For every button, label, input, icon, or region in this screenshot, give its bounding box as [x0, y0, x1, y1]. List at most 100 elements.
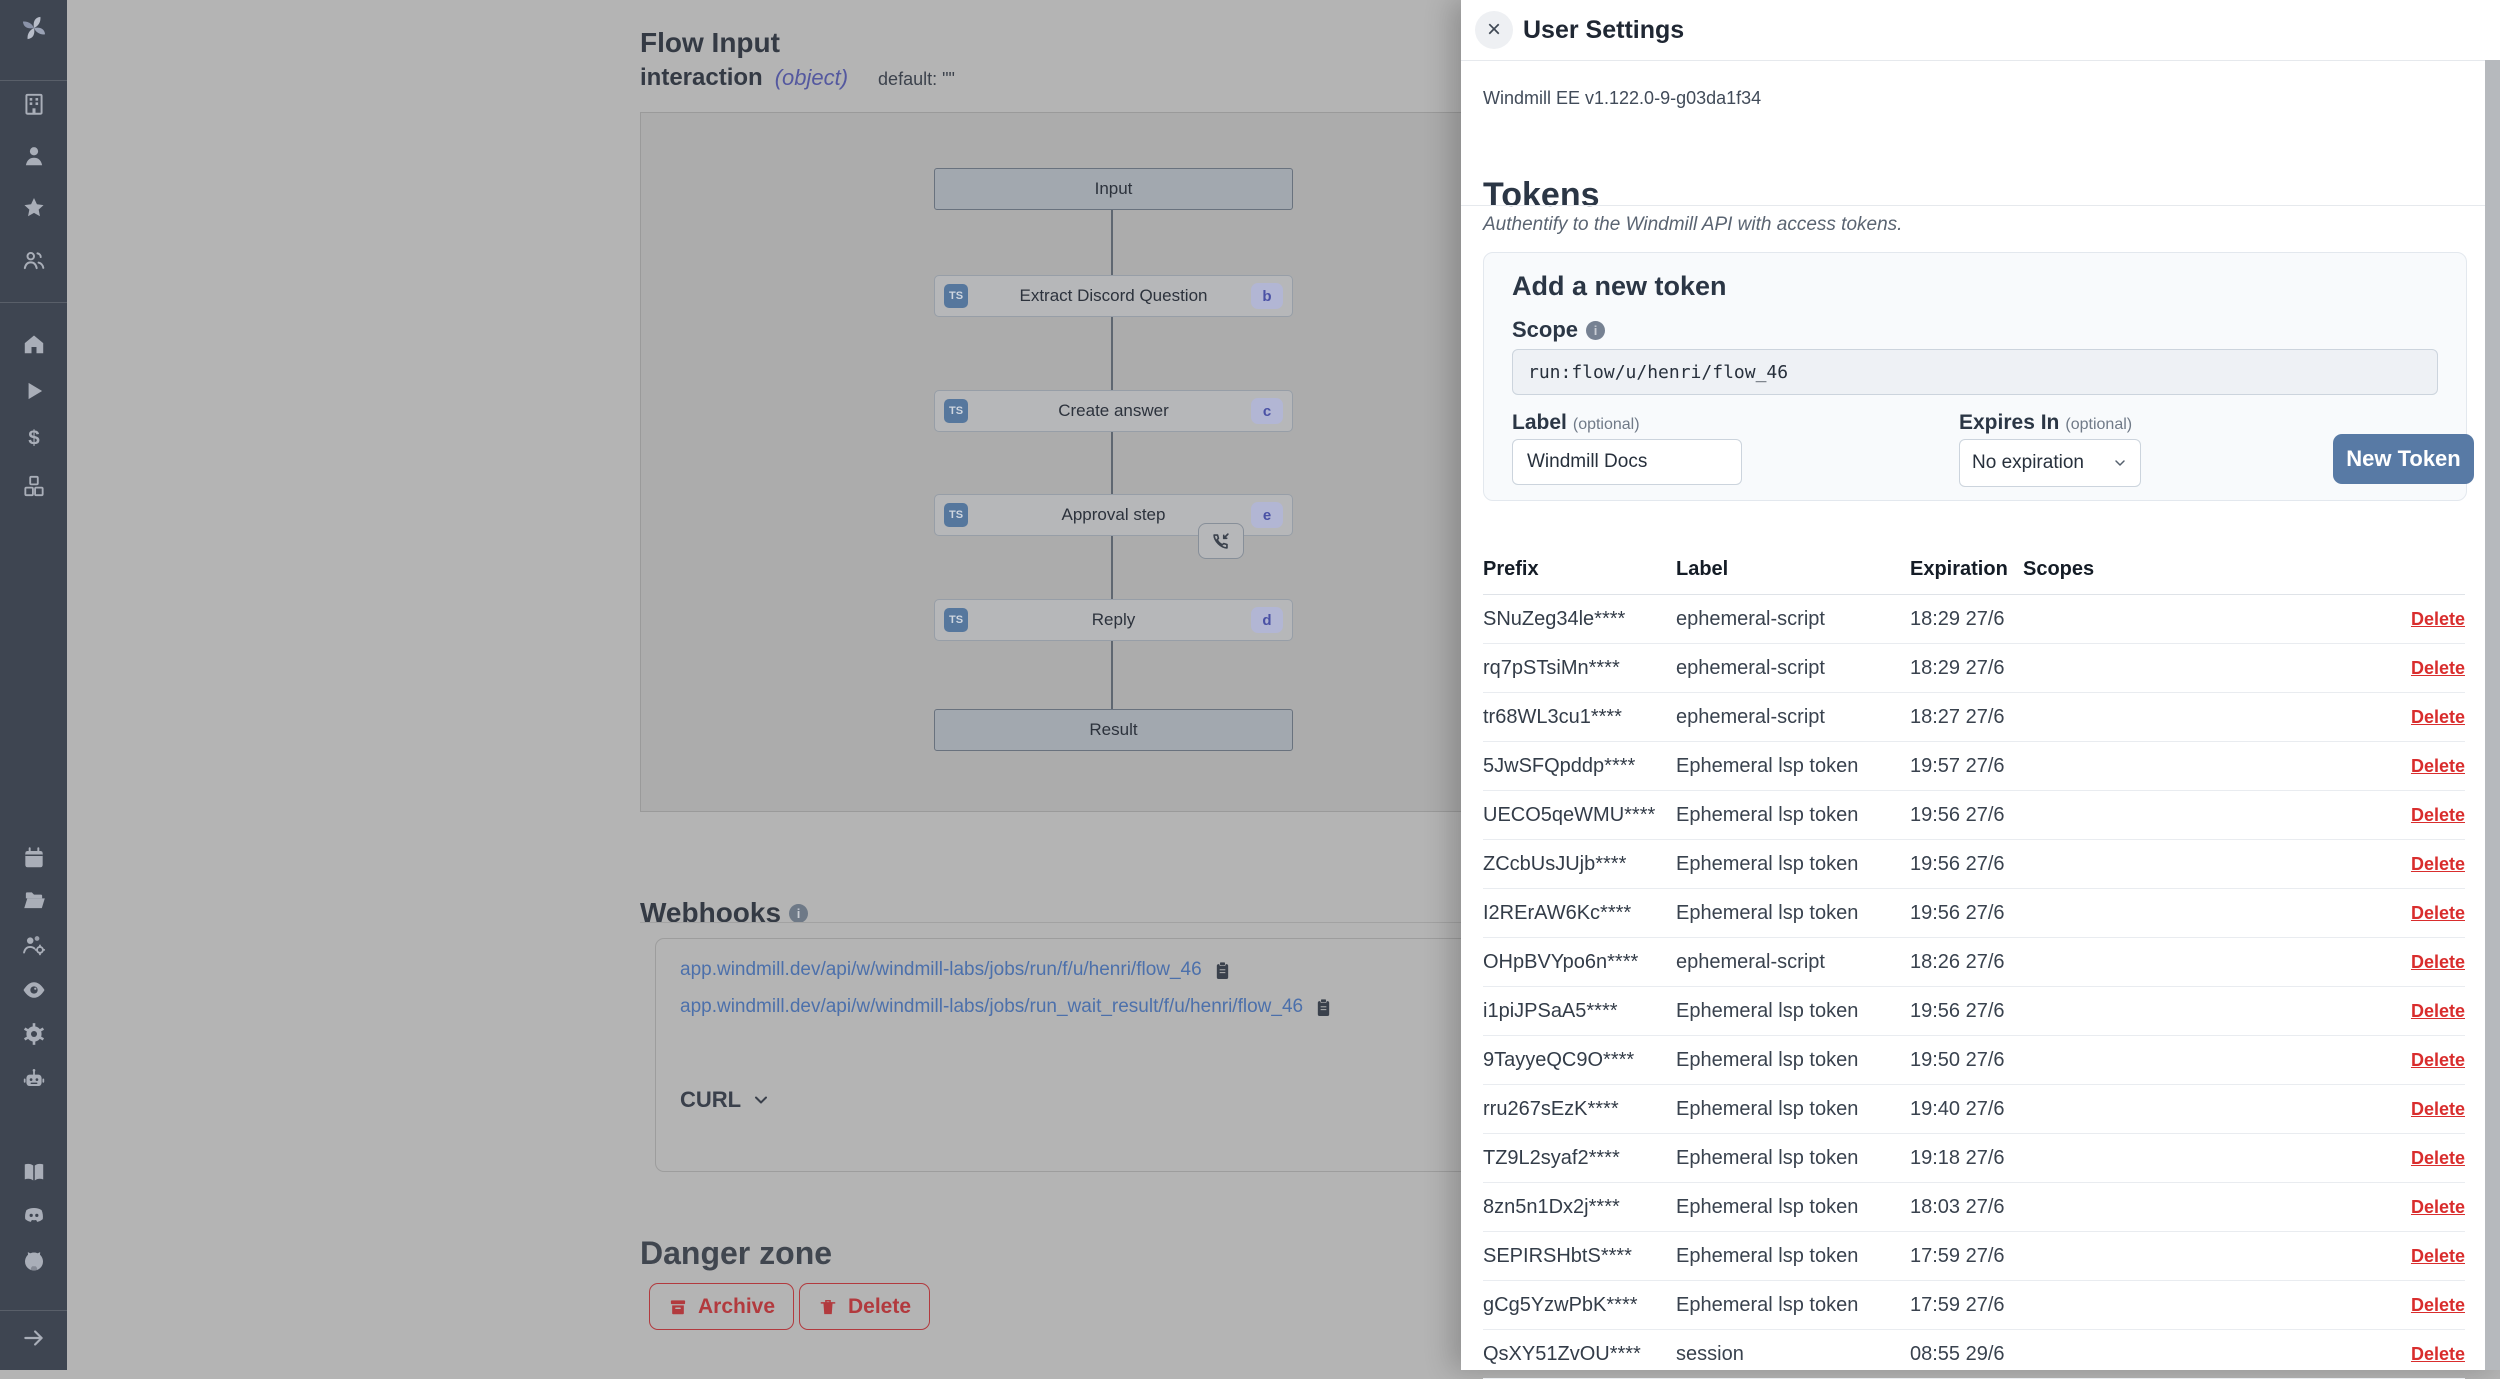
user-settings-drawer: × User Settings Windmill EE v1.122.0-9-g…: [1461, 0, 2500, 1370]
flow-node-input[interactable]: Input: [934, 168, 1293, 210]
token-label-input[interactable]: [1512, 439, 1742, 485]
trash-icon: [818, 1297, 838, 1317]
gear-icon[interactable]: [20, 1020, 48, 1048]
github-icon[interactable]: [20, 1247, 48, 1275]
flow-node-create-answer[interactable]: TS Create answer c: [934, 390, 1293, 432]
tokens-table-header: Prefix Label Expiration Scopes: [1483, 552, 2465, 586]
token-prefix: rq7pSTsiMn****: [1483, 657, 1676, 680]
delete-token-link[interactable]: Delete: [2411, 903, 2465, 924]
copy-clipboard-icon[interactable]: [1214, 960, 1231, 981]
archive-flow-button[interactable]: Archive: [649, 1283, 794, 1330]
step-id-badge: c: [1251, 398, 1283, 424]
drawer-scrollbar[interactable]: [2485, 60, 2500, 1370]
delete-token-link[interactable]: Delete: [2411, 1001, 2465, 1022]
delete-token-link[interactable]: Delete: [2411, 609, 2465, 630]
info-icon[interactable]: i: [789, 904, 808, 923]
tokens-table-body: SNuZeg34le**** ephemeral-script 18:29 27…: [1483, 595, 2465, 1379]
page-title: Flow Input: [640, 27, 780, 59]
cubes-icon[interactable]: [20, 472, 48, 500]
flow-node-reply[interactable]: TS Reply d: [934, 599, 1293, 641]
delete-token-link[interactable]: Delete: [2411, 854, 2465, 875]
flow-node-result[interactable]: Result: [934, 709, 1293, 751]
delete-token-link[interactable]: Delete: [2411, 1246, 2465, 1267]
token-label: ephemeral-script: [1676, 657, 1910, 680]
token-prefix: rru267sEzK****: [1483, 1098, 1676, 1121]
delete-token-link[interactable]: Delete: [2411, 1197, 2465, 1218]
person-icon[interactable]: [20, 142, 48, 170]
token-prefix: OHpBVYpo6n****: [1483, 951, 1676, 974]
discord-icon[interactable]: [20, 1201, 48, 1229]
token-expiration: 19:57 27/6: [1910, 755, 2023, 778]
delete-token-link[interactable]: Delete: [2411, 756, 2465, 777]
token-prefix: tr68WL3cu1****: [1483, 706, 1676, 729]
curl-toggle[interactable]: CURL: [680, 1087, 771, 1113]
phone-incoming-icon: [1210, 530, 1232, 552]
delete-token-link[interactable]: Delete: [2411, 1099, 2465, 1120]
windmill-logo-icon[interactable]: [20, 14, 48, 42]
delete-token-link[interactable]: Delete: [2411, 707, 2465, 728]
token-prefix: I2RErAW6Kc****: [1483, 902, 1676, 925]
users-icon[interactable]: [20, 246, 48, 274]
token-label: Ephemeral lsp token: [1676, 853, 1910, 876]
table-row: ZCcbUsJUjb**** Ephemeral lsp token 19:56…: [1483, 840, 2465, 889]
add-token-heading: Add a new token: [1512, 271, 1727, 302]
users-gear-icon[interactable]: [20, 931, 48, 959]
drawer-header: × User Settings: [1461, 0, 2500, 61]
star-icon[interactable]: [20, 194, 48, 222]
delete-token-link[interactable]: Delete: [2411, 1344, 2465, 1365]
scope-input[interactable]: [1512, 349, 2438, 395]
table-row: SNuZeg34le**** ephemeral-script 18:29 27…: [1483, 595, 2465, 644]
building-icon[interactable]: [20, 90, 48, 118]
book-icon[interactable]: [20, 1158, 48, 1186]
play-icon[interactable]: [20, 377, 48, 405]
webhook-url-run-wait-result[interactable]: app.windmill.dev/api/w/windmill-labs/job…: [680, 996, 1303, 1018]
token-expiration: 18:26 27/6: [1910, 951, 2023, 974]
token-label: Ephemeral lsp token: [1676, 902, 1910, 925]
new-token-button[interactable]: New Token: [2333, 434, 2474, 484]
token-prefix: ZCcbUsJUjb****: [1483, 853, 1676, 876]
tokens-subtitle: Authentify to the Windmill API with acce…: [1483, 214, 1902, 236]
delete-token-link[interactable]: Delete: [2411, 1050, 2465, 1071]
token-expiration: 17:59 27/6: [1910, 1294, 2023, 1317]
token-expiration: 19:56 27/6: [1910, 1000, 2023, 1023]
delete-token-link[interactable]: Delete: [2411, 1295, 2465, 1316]
robot-icon[interactable]: [20, 1065, 48, 1093]
webhook-url-run[interactable]: app.windmill.dev/api/w/windmill-labs/job…: [680, 959, 1202, 981]
delete-token-link[interactable]: Delete: [2411, 952, 2465, 973]
folder-open-icon[interactable]: [20, 886, 48, 914]
delete-flow-button[interactable]: Delete: [799, 1283, 930, 1330]
token-expiration: 19:50 27/6: [1910, 1049, 2023, 1072]
archive-icon: [668, 1297, 688, 1317]
flow-node-extract-discord-question[interactable]: TS Extract Discord Question b: [934, 275, 1293, 317]
table-row: QsXY51ZvOU**** session 08:55 29/6 Delete: [1483, 1330, 2465, 1379]
eye-icon[interactable]: [20, 976, 48, 1004]
sidebar-divider: [0, 1310, 67, 1311]
info-icon[interactable]: i: [1586, 321, 1605, 340]
table-row: rru267sEzK**** Ephemeral lsp token 19:40…: [1483, 1085, 2465, 1134]
token-prefix: QsXY51ZvOU****: [1483, 1343, 1676, 1366]
delete-token-link[interactable]: Delete: [2411, 658, 2465, 679]
token-label: ephemeral-script: [1676, 608, 1910, 631]
field-default: default: "": [878, 69, 955, 90]
scope-label: Scope i: [1512, 317, 1605, 343]
expires-in-select[interactable]: No expiration: [1959, 439, 2141, 487]
token-expiration: 18:29 27/6: [1910, 657, 2023, 680]
table-row: gCg5YzwPbK**** Ephemeral lsp token 17:59…: [1483, 1281, 2465, 1330]
table-row: TZ9L2syaf2**** Ephemeral lsp token 19:18…: [1483, 1134, 2465, 1183]
token-label: Ephemeral lsp token: [1676, 1196, 1910, 1219]
token-expiration: 17:59 27/6: [1910, 1245, 2023, 1268]
add-token-card: Add a new token Scope i Label(optional) …: [1483, 252, 2467, 501]
delete-token-link[interactable]: Delete: [2411, 805, 2465, 826]
arrow-right-icon[interactable]: [20, 1324, 48, 1352]
dollar-icon[interactable]: $: [20, 424, 48, 452]
delete-token-link[interactable]: Delete: [2411, 1148, 2465, 1169]
home-icon[interactable]: [20, 330, 48, 358]
token-expiration: 19:56 27/6: [1910, 902, 2023, 925]
suspend-step-badge[interactable]: [1198, 523, 1244, 559]
sidebar-divider: [0, 302, 67, 303]
copy-clipboard-icon[interactable]: [1315, 997, 1332, 1018]
tokens-table: Prefix Label Expiration Scopes SNuZeg34l…: [1483, 552, 2465, 1379]
close-icon[interactable]: ×: [1475, 11, 1513, 49]
calendar-icon[interactable]: [20, 844, 48, 872]
token-label: session: [1676, 1343, 1910, 1366]
